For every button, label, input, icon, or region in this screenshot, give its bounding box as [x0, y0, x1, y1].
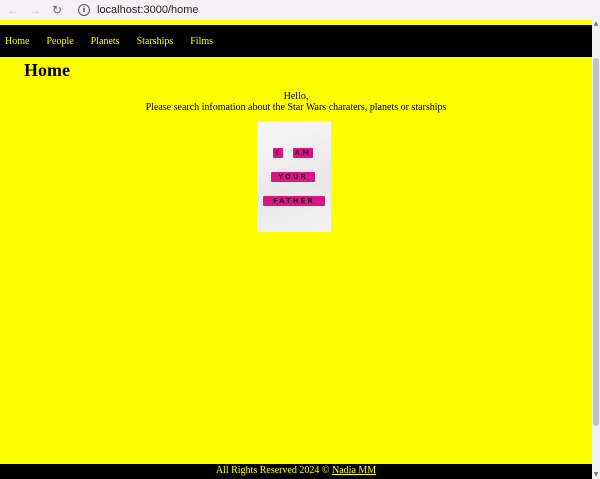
nav-link-starships[interactable]: Starships: [137, 36, 174, 47]
address-bar[interactable]: i localhost:3000/home: [72, 2, 205, 18]
greeting-text: Hello,: [283, 91, 309, 102]
page-title: Home: [24, 60, 70, 80]
nav-link-films[interactable]: Films: [190, 36, 213, 47]
letter-tile: I: [273, 148, 283, 158]
nav-link-home[interactable]: Home: [5, 36, 29, 47]
browser-toolbar: ← → ↻ i localhost:3000/home: [0, 0, 600, 20]
vertical-scrollbar[interactable]: ▲ ▼: [592, 20, 600, 479]
intro-text: Hello, Please search infomation about th…: [0, 91, 592, 113]
scrollbar-thumb[interactable]: [593, 58, 599, 426]
reload-icon[interactable]: ↻: [48, 1, 66, 19]
letter-tile: YOUR: [271, 172, 315, 182]
letter-tile: AM: [293, 148, 313, 158]
intro-description: Please search infomation about the Star …: [145, 102, 447, 113]
nav-link-people[interactable]: People: [46, 36, 73, 47]
url-text: localhost:3000/home: [97, 4, 199, 16]
author-link[interactable]: Nadia MM: [332, 465, 376, 476]
arrow-right-icon[interactable]: →: [26, 1, 44, 19]
scroll-down-arrow-icon[interactable]: ▼: [592, 471, 600, 479]
i-am-your-father-image: I AM YOUR FATHER: [257, 121, 331, 232]
scroll-up-arrow-icon[interactable]: ▲: [592, 20, 600, 28]
main-navbar: Home People Planets Starships Films: [0, 25, 592, 57]
page-footer: All Rights Reserved 2024 © Nadia MM: [0, 464, 592, 479]
copyright-text: All Rights Reserved 2024 ©: [215, 465, 333, 476]
letter-tile: FATHER: [263, 196, 325, 206]
page-body: Home People Planets Starships Films Home…: [0, 20, 592, 479]
nav-link-planets[interactable]: Planets: [91, 36, 120, 47]
info-icon[interactable]: i: [78, 4, 90, 16]
arrow-left-icon[interactable]: ←: [4, 1, 22, 19]
